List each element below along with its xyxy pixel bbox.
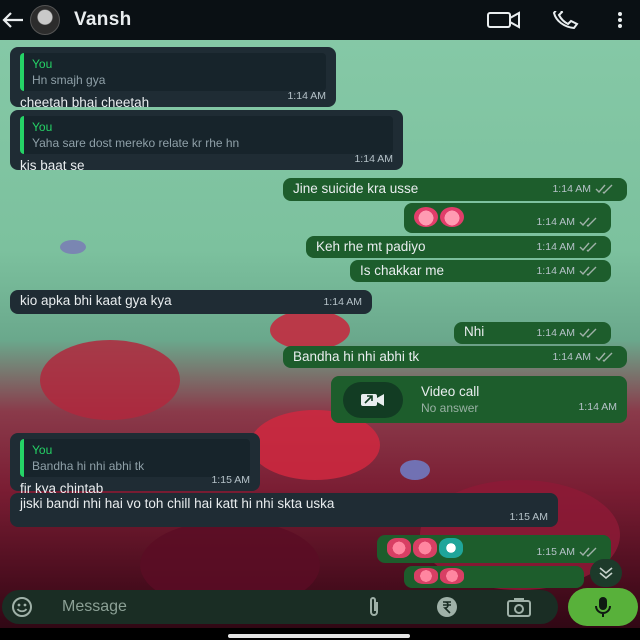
message-bubble-incoming[interactable]: kio apka bhi kaat gya kya 1:14 AM <box>10 290 372 314</box>
message-bubble-outgoing[interactable]: Jine suicide kra usse 1:14 AM <box>283 178 627 201</box>
message-meta: 1:14 AM <box>536 239 601 255</box>
message-time: 1:14 AM <box>578 401 617 413</box>
call-title: Video call <box>421 384 480 399</box>
wallpaper-flower <box>40 340 180 420</box>
rupee-icon[interactable] <box>427 590 467 624</box>
chat-header: Vansh <box>0 0 640 40</box>
missed-video-call-icon <box>343 382 403 418</box>
home-gesture-pill[interactable] <box>228 634 410 638</box>
voice-call-icon[interactable] <box>546 0 586 40</box>
message-bubble-incoming[interactable]: You Hn smajh gya cheetah bhai cheetah 1:… <box>10 47 336 110</box>
message-bubble-incoming[interactable]: jiski bandi nhi hai vo toh chill hai kat… <box>10 493 558 527</box>
quote-text: Yaha sare dost mereko relate kr rhe hn <box>32 136 240 150</box>
quote-author: You <box>32 120 53 134</box>
message-bubble-incoming[interactable]: You Yaha sare dost mereko relate kr rhe … <box>10 110 403 173</box>
message-time: 1:15 AM <box>536 546 575 558</box>
message-bubble-outgoing[interactable]: Nhi 1:14 AM <box>454 322 611 344</box>
smiling-face-with-hearts-icon <box>414 207 438 227</box>
smiling-face-with-hearts-icon <box>440 207 464 227</box>
quote-author: You <box>32 443 53 457</box>
chevron-down-icon <box>599 567 613 579</box>
emoji-icon[interactable] <box>2 590 42 624</box>
message-bubble-outgoing[interactable]: 1:15 AM <box>377 535 611 563</box>
message-composer <box>2 590 558 624</box>
message-text: kio apka bhi kaat gya kya <box>20 293 172 308</box>
message-bubble-outgoing[interactable]: Bandha hi nhi abhi tk 1:14 AM <box>283 346 627 368</box>
message-meta: 1:14 AM <box>536 325 601 341</box>
message-time: 1:14 AM <box>536 216 575 228</box>
message-bubble-outgoing[interactable]: Is chakkar me 1:14 AM <box>350 260 611 282</box>
message-time: 1:15 AM <box>211 474 250 486</box>
double-tick-icon <box>579 217 597 227</box>
back-arrow-icon[interactable] <box>0 0 26 40</box>
wallpaper-flower <box>60 240 86 254</box>
double-tick-icon <box>579 547 597 557</box>
double-tick-icon <box>595 352 613 362</box>
video-call-icon[interactable] <box>484 0 524 40</box>
message-time: 1:14 AM <box>536 241 575 253</box>
double-tick-icon <box>595 184 613 194</box>
message-bubble-outgoing[interactable]: Keh rhe mt padiyo 1:14 AM <box>306 236 611 258</box>
camera-icon[interactable] <box>499 590 539 624</box>
message-meta: 1:14 AM <box>536 263 601 279</box>
thumbs-up-icon <box>440 568 464 585</box>
thumbs-up-icon <box>414 568 438 585</box>
message-time: 1:14 AM <box>552 351 591 363</box>
scroll-to-bottom-button[interactable] <box>590 559 622 587</box>
quoted-reply[interactable]: You Yaha sare dost mereko relate kr rhe … <box>20 116 393 154</box>
laughing-face-icon <box>413 538 437 558</box>
message-text: kis baat se <box>20 158 85 173</box>
double-tick-icon <box>579 266 597 276</box>
message-time: 1:14 AM <box>536 265 575 277</box>
avatar[interactable] <box>30 5 60 35</box>
double-tick-icon <box>579 328 597 338</box>
quote-author: You <box>32 57 53 71</box>
wallpaper-flower <box>270 310 350 350</box>
contact-name[interactable]: Vansh <box>74 9 131 31</box>
message-time: 1:14 AM <box>323 296 362 308</box>
message-meta: 1:15 AM <box>536 544 601 560</box>
mic-button[interactable] <box>568 588 638 626</box>
mic-icon <box>595 597 611 617</box>
message-meta: 1:14 AM <box>536 214 601 230</box>
quote-text: Hn smajh gya <box>32 73 106 87</box>
laughing-face-icon <box>387 538 411 558</box>
more-options-icon[interactable] <box>608 0 632 40</box>
double-tick-icon <box>579 242 597 252</box>
message-bubble-outgoing[interactable]: 1:14 AM <box>404 203 611 233</box>
quoted-reply[interactable]: You Hn smajh gya <box>20 53 326 91</box>
message-bubble-incoming[interactable]: You Bandha hi nhi abhi tk fir kya chinta… <box>10 433 260 496</box>
message-text: jiski bandi nhi hai vo toh chill hai kat… <box>20 496 335 511</box>
message-time: 1:14 AM <box>536 327 575 339</box>
message-text: cheetah bhai cheetah <box>20 95 150 110</box>
video-call-bubble[interactable]: Video call No answer 1:14 AM <box>331 376 627 423</box>
message-bubble-outgoing[interactable] <box>404 566 584 588</box>
message-meta: 1:14 AM <box>552 181 617 197</box>
message-time: 1:15 AM <box>509 511 548 523</box>
message-time: 1:14 AM <box>552 183 591 195</box>
call-status: No answer <box>421 401 479 415</box>
wallpaper-flower <box>400 460 430 480</box>
message-input[interactable] <box>62 598 332 616</box>
message-time: 1:14 AM <box>287 90 326 102</box>
message-time: 1:14 AM <box>354 153 393 165</box>
laughing-face-icon <box>439 538 463 558</box>
attach-icon[interactable] <box>354 590 394 624</box>
message-meta: 1:14 AM <box>552 349 617 365</box>
